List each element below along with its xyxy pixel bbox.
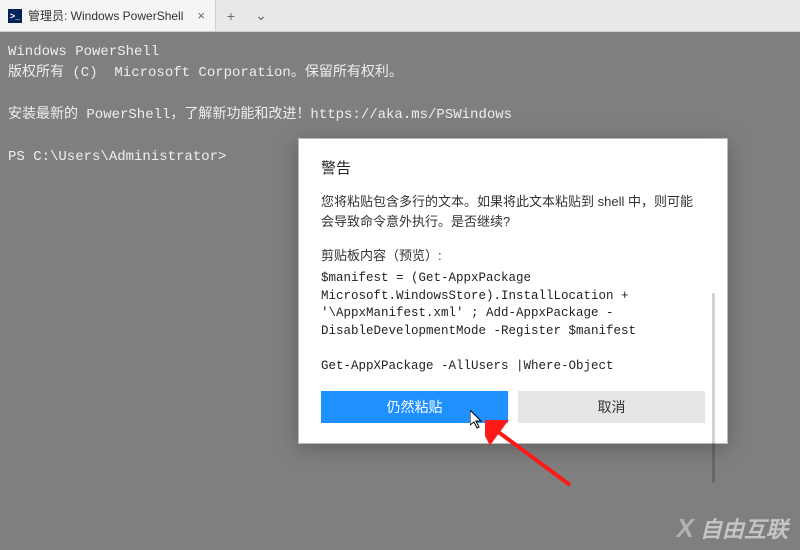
terminal-line: 安装最新的 PowerShell，了解新功能和改进！https://aka.ms… [8, 107, 512, 123]
terminal-line: Windows PowerShell [8, 44, 159, 60]
dialog-preview-label: 剪贴板内容（预览）: [321, 245, 705, 264]
dialog-title: 警告 [321, 157, 705, 178]
tab-powershell[interactable]: >_ 管理员: Windows PowerShell × [0, 0, 216, 31]
new-tab-button[interactable]: + [216, 8, 246, 24]
dialog-message: 您将粘贴包含多行的文本。如果将此文本粘贴到 shell 中，则可能会导致命令意外… [321, 192, 705, 231]
dialog-preview-content: $manifest = (Get-AppxPackage Microsoft.W… [321, 270, 705, 375]
cancel-button[interactable]: 取消 [518, 391, 705, 423]
paste-warning-dialog: 警告 您将粘贴包含多行的文本。如果将此文本粘贴到 shell 中，则可能会导致命… [298, 138, 728, 444]
window-titlebar: >_ 管理员: Windows PowerShell × + ⌄ [0, 0, 800, 32]
tab-title: 管理员: Windows PowerShell [28, 7, 183, 24]
dialog-button-row: 仍然粘贴 取消 [321, 391, 705, 423]
terminal-prompt: PS C:\Users\Administrator> [8, 149, 226, 165]
powershell-icon: >_ [8, 9, 22, 23]
paste-anyway-button[interactable]: 仍然粘贴 [321, 391, 508, 423]
terminal-line: 版权所有 (C) Microsoft Corporation。保留所有权利。 [8, 65, 403, 81]
tab-close-button[interactable]: × [197, 8, 205, 23]
dialog-scrollbar[interactable] [712, 293, 715, 483]
tab-dropdown-button[interactable]: ⌄ [246, 7, 276, 24]
